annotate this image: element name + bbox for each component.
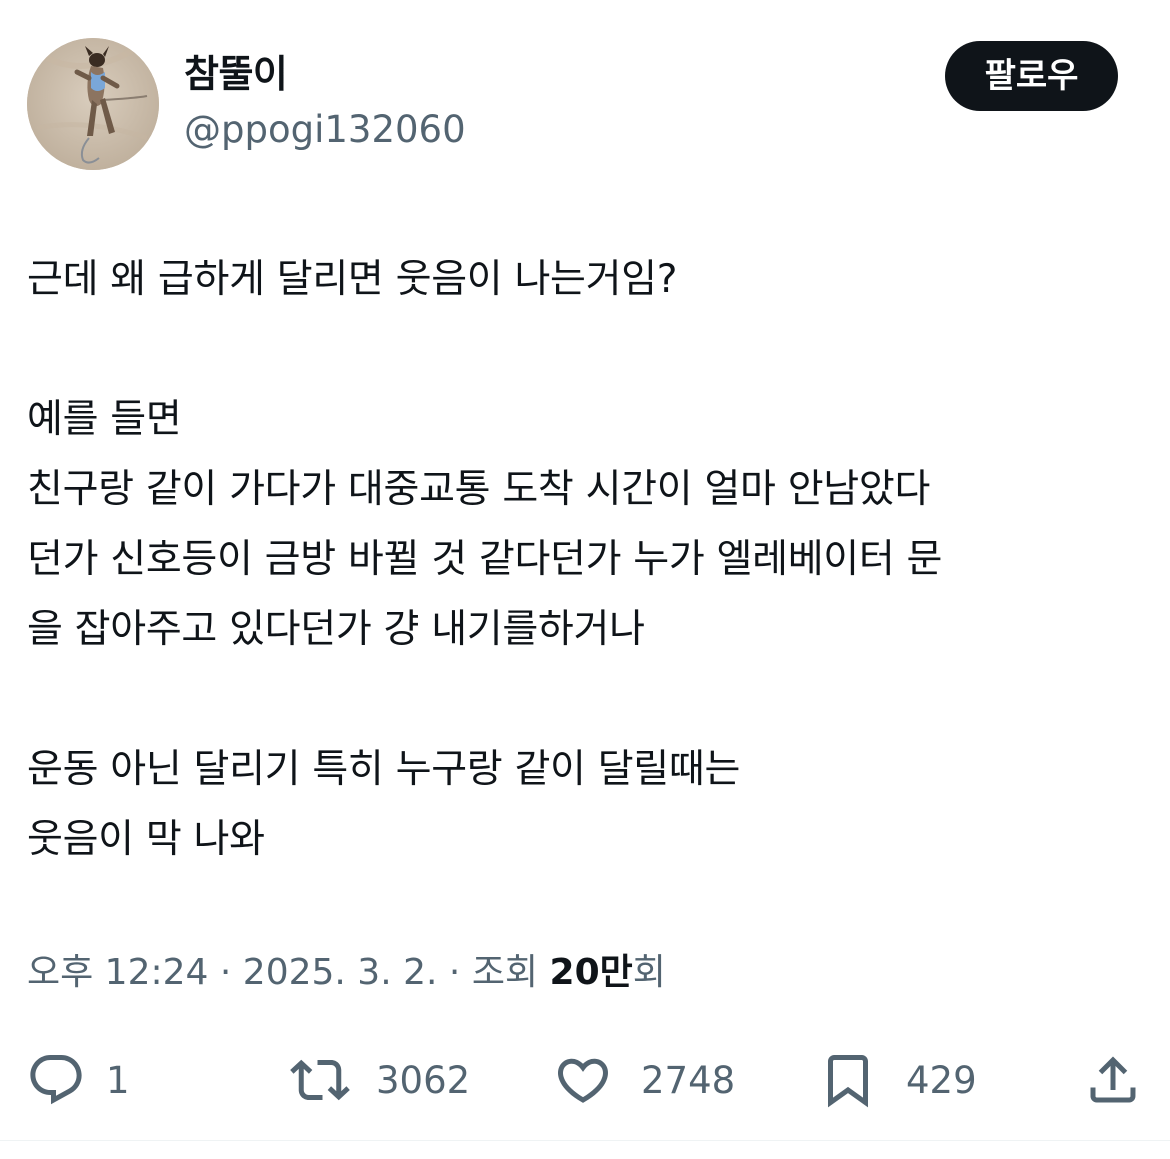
reply-button[interactable]: 1 <box>26 1045 130 1115</box>
views-label: 조회 <box>471 952 539 993</box>
tweet-line: 예를 들면 <box>27 397 182 442</box>
tweet-time[interactable]: 오후 12:24 <box>27 952 208 993</box>
retweet-icon <box>290 1050 350 1110</box>
tweet-meta: 오후 12:24 · 2025. 3. 2. · 조회 20만회 <box>27 947 666 999</box>
reply-icon <box>26 1050 86 1110</box>
follow-button[interactable]: 팔로우 <box>945 41 1118 111</box>
retweet-button[interactable]: 3062 <box>290 1045 470 1115</box>
author-display-name[interactable]: 참뚤이 <box>184 50 288 98</box>
retweet-count: 3062 <box>376 1058 471 1102</box>
tweet-line: 운동 아닌 달리기 특히 누구랑 같이 달릴때는 <box>27 747 741 792</box>
like-count: 2748 <box>641 1058 736 1102</box>
meta-separator: · <box>448 952 461 993</box>
tweet-line: 던가 신호등이 금방 바뀔 것 같다던가 누가 엘레베이터 문 <box>27 537 943 582</box>
share-icon <box>1083 1050 1143 1110</box>
bookmark-button[interactable]: 429 <box>818 1045 977 1115</box>
tweet-text: 근데 왜 급하게 달리면 웃음이 나는거임? 예를 들면 친구랑 같이 가다가 … <box>27 245 1152 875</box>
like-button[interactable]: 2748 <box>553 1045 735 1115</box>
tweet-line: 을 잡아주고 있다던가 걍 내기를하거나 <box>27 607 645 652</box>
avatar-dog-image <box>27 38 159 170</box>
reply-count: 1 <box>106 1058 130 1102</box>
bottom-divider <box>0 1140 1170 1141</box>
tweet-line: 친구랑 같이 가다가 대중교통 도착 시간이 얼마 안남았다 <box>27 467 931 512</box>
author-handle[interactable]: @ppogi132060 <box>184 106 466 154</box>
tweet-line: 웃음이 막 나와 <box>27 817 265 862</box>
action-bar: 1 3062 2748 429 <box>0 1045 1170 1115</box>
heart-icon <box>553 1050 613 1110</box>
avatar[interactable] <box>27 38 159 170</box>
tweet-date[interactable]: 2025. 3. 2. <box>243 952 438 993</box>
share-button[interactable] <box>1083 1045 1143 1115</box>
views-count: 20만 <box>549 952 633 993</box>
meta-separator: · <box>219 952 232 993</box>
tweet-line: 근데 왜 급하게 달리면 웃음이 나는거임? <box>27 257 678 302</box>
bookmark-count: 429 <box>906 1058 977 1102</box>
bookmark-icon <box>818 1050 878 1110</box>
views-suffix: 회 <box>632 952 666 993</box>
